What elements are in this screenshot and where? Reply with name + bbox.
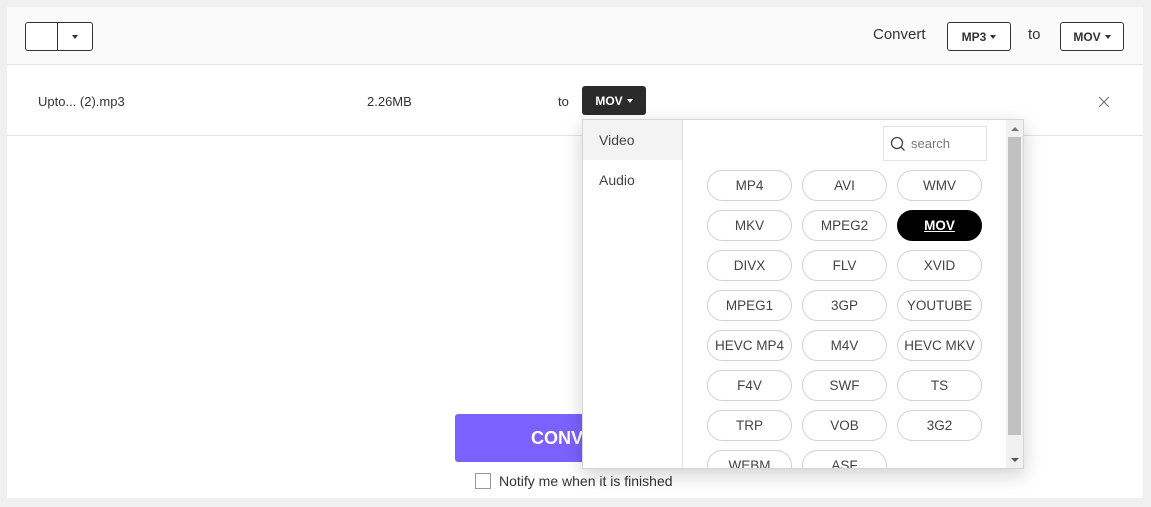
format-option-3gp[interactable]: 3GP [802, 290, 887, 321]
format-option-youtube[interactable]: YOUTUBE [897, 290, 982, 321]
format-option-mp4[interactable]: MP4 [707, 170, 792, 201]
category-video[interactable]: Video [583, 120, 682, 160]
format-option-hevc-mp4[interactable]: HEVC MP4 [707, 330, 792, 361]
file-name: Upto... (2).mp3 [38, 94, 125, 109]
format-option-wmv[interactable]: WMV [897, 170, 982, 201]
format-option-mpeg2[interactable]: MPEG2 [802, 210, 887, 241]
caret-down-icon [1104, 34, 1111, 39]
dropdown-scrollbar[interactable] [1006, 120, 1023, 468]
to-format-dropdown[interactable]: MOV [1060, 22, 1124, 51]
convert-label: Convert [873, 26, 926, 43]
to-label: to [1028, 26, 1041, 43]
format-option-asf[interactable]: ASF [802, 450, 887, 468]
file-target-format-button[interactable]: MOV [582, 86, 646, 115]
close-icon[interactable] [1097, 95, 1111, 109]
search-placeholder: search [911, 136, 951, 151]
format-option-avi[interactable]: AVI [802, 170, 887, 201]
from-format-value: MP3 [961, 29, 987, 44]
caret-down-icon [72, 34, 78, 39]
format-option-3g2[interactable]: 3G2 [897, 410, 982, 441]
caret-down-icon [626, 98, 633, 103]
format-option-f4v[interactable]: F4V [707, 370, 792, 401]
format-option-m4v[interactable]: M4V [802, 330, 887, 361]
search-icon [890, 136, 905, 151]
add-files-button[interactable] [26, 23, 58, 50]
format-option-webm[interactable]: WEBM [707, 450, 792, 468]
scroll-thumb[interactable] [1008, 137, 1021, 435]
from-format-dropdown[interactable]: MP3 [947, 22, 1011, 51]
format-grid: MP4 AVI WMV MKV MPEG2 MOV DIVX FLV XVID MPEG1 3GP Y… [707, 170, 982, 468]
format-option-hevc-mkv[interactable]: HEVC MKV [897, 330, 982, 361]
format-option-ts[interactable]: TS [897, 370, 982, 401]
add-files-dropdown-toggle[interactable] [58, 23, 92, 50]
to-format-value: MOV [1073, 29, 1101, 44]
format-option-mov[interactable]: MOV [897, 210, 982, 241]
category-audio[interactable]: Audio [583, 160, 682, 200]
format-option-swf[interactable]: SWF [802, 370, 887, 401]
format-option-trp[interactable]: TRP [707, 410, 792, 441]
notify-checkbox-row[interactable]: Notify me when it is finished [475, 473, 673, 489]
format-option-vob[interactable]: VOB [802, 410, 887, 441]
format-option-mpeg1[interactable]: MPEG1 [707, 290, 792, 321]
header-bar: Convert MP3 to MOV [7, 7, 1143, 65]
scroll-down-button[interactable] [1006, 451, 1023, 468]
add-files-split-button[interactable] [25, 22, 93, 51]
notify-label: Notify me when it is finished [499, 473, 673, 489]
triangle-down-icon [1010, 457, 1019, 462]
triangle-up-icon [1010, 126, 1019, 131]
notify-checkbox[interactable] [475, 473, 491, 489]
format-option-divx[interactable]: DIVX [707, 250, 792, 281]
format-search-box[interactable]: search [883, 126, 987, 161]
file-size: 2.26MB [367, 94, 412, 109]
format-categories: Video Audio [583, 120, 683, 468]
format-option-flv[interactable]: FLV [802, 250, 887, 281]
format-dropdown-menu: Video Audio search MP4 AVI WMV MKV MPEG2 MOV D… [582, 119, 1024, 469]
format-option-mkv[interactable]: MKV [707, 210, 792, 241]
caret-down-icon [990, 34, 997, 39]
row-to-label: to [558, 94, 569, 109]
format-option-xvid[interactable]: XVID [897, 250, 982, 281]
scroll-up-button[interactable] [1006, 120, 1023, 137]
file-target-format-value: MOV [595, 93, 623, 108]
